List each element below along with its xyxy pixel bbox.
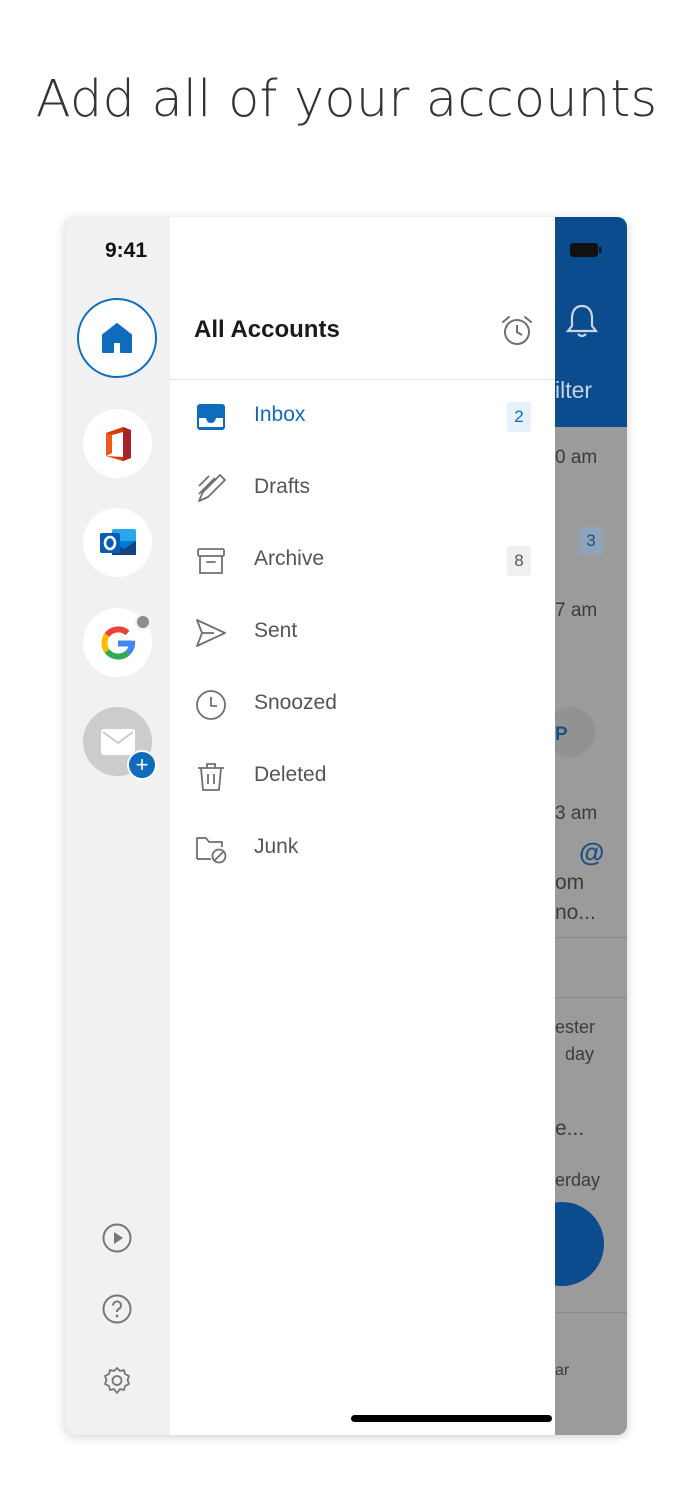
sent-icon <box>196 619 226 647</box>
inbox-icon <box>197 404 225 430</box>
folder-label: Snoozed <box>254 691 337 714</box>
status-dot <box>135 614 151 630</box>
mail-time: 0 am <box>555 447 598 468</box>
page-headline: Add all of your accounts <box>35 70 658 129</box>
mail-snippet: om <box>555 871 585 894</box>
bell-icon[interactable] <box>565 303 599 339</box>
divider <box>555 997 627 998</box>
status-time: 9:41 <box>105 239 148 262</box>
mail-snippet: ar <box>555 1362 570 1379</box>
mail-time: 3 am <box>555 803 598 824</box>
google-icon <box>101 626 135 659</box>
outlook-icon <box>99 528 136 555</box>
add-account-button[interactable]: + <box>83 707 157 780</box>
mail-snippet: no... <box>555 901 596 924</box>
mail-time: day <box>565 1044 595 1064</box>
all-accounts-button[interactable] <box>77 298 157 378</box>
avatar-letter: P <box>555 724 568 745</box>
drawer-title: All Accounts <box>194 316 340 343</box>
snoozed-icon <box>196 690 226 720</box>
account-rail: 9:41 + <box>65 217 170 1435</box>
junk-icon <box>196 837 227 864</box>
archive-icon <box>197 548 225 574</box>
settings-icon[interactable] <box>101 1365 133 1397</box>
home-icon <box>102 323 132 353</box>
filter-label[interactable]: ilter <box>555 377 592 404</box>
folder-snoozed[interactable]: Snoozed <box>170 668 555 740</box>
folder-label: Archive <box>254 547 325 570</box>
status-bar <box>435 217 555 277</box>
unread-badge: 3 <box>579 527 603 555</box>
mail-time: 7 am <box>555 600 598 621</box>
folder-drawer: All Accounts Inbox 2 Drafts Archive 8 Se… <box>170 217 555 1435</box>
folder-label: Deleted <box>254 763 327 786</box>
folder-deleted[interactable]: Deleted <box>170 740 555 812</box>
mail-icon <box>100 728 135 755</box>
folder-label: Drafts <box>254 475 311 498</box>
folder-drafts[interactable]: Drafts <box>170 452 555 524</box>
folder-junk[interactable]: Junk <box>170 812 555 884</box>
outlook-account-button[interactable] <box>83 508 152 577</box>
folder-label: Junk <box>254 835 299 858</box>
mention-icon: @ <box>579 837 605 867</box>
folder-inbox[interactable]: Inbox 2 <box>170 380 555 452</box>
mail-snippet: e... <box>555 1117 585 1140</box>
folder-label: Inbox <box>254 403 306 426</box>
folder-archive[interactable]: Archive 8 <box>170 524 555 596</box>
battery-icon <box>570 243 602 257</box>
divider <box>555 937 627 938</box>
unread-count: 2 <box>507 402 531 432</box>
add-icon: + <box>127 750 157 780</box>
folder-sent[interactable]: Sent <box>170 596 555 668</box>
drafts-icon <box>198 474 226 502</box>
deleted-icon <box>198 763 224 791</box>
phone-screen: ilter 0 am 3 7 am P 3 am @ om no... este… <box>65 217 627 1435</box>
mail-time: erday <box>555 1170 601 1190</box>
folder-label: Sent <box>254 619 298 642</box>
mail-time: ester <box>555 1017 596 1037</box>
office-account-button[interactable] <box>83 409 152 478</box>
home-indicator[interactable] <box>351 1415 552 1422</box>
divider <box>555 1312 627 1313</box>
item-count: 8 <box>507 546 531 576</box>
help-icon[interactable] <box>101 1293 133 1325</box>
office-icon <box>105 426 131 461</box>
play-icon[interactable] <box>101 1222 133 1254</box>
google-account-button[interactable] <box>83 608 152 677</box>
alarm-icon[interactable] <box>500 314 534 348</box>
